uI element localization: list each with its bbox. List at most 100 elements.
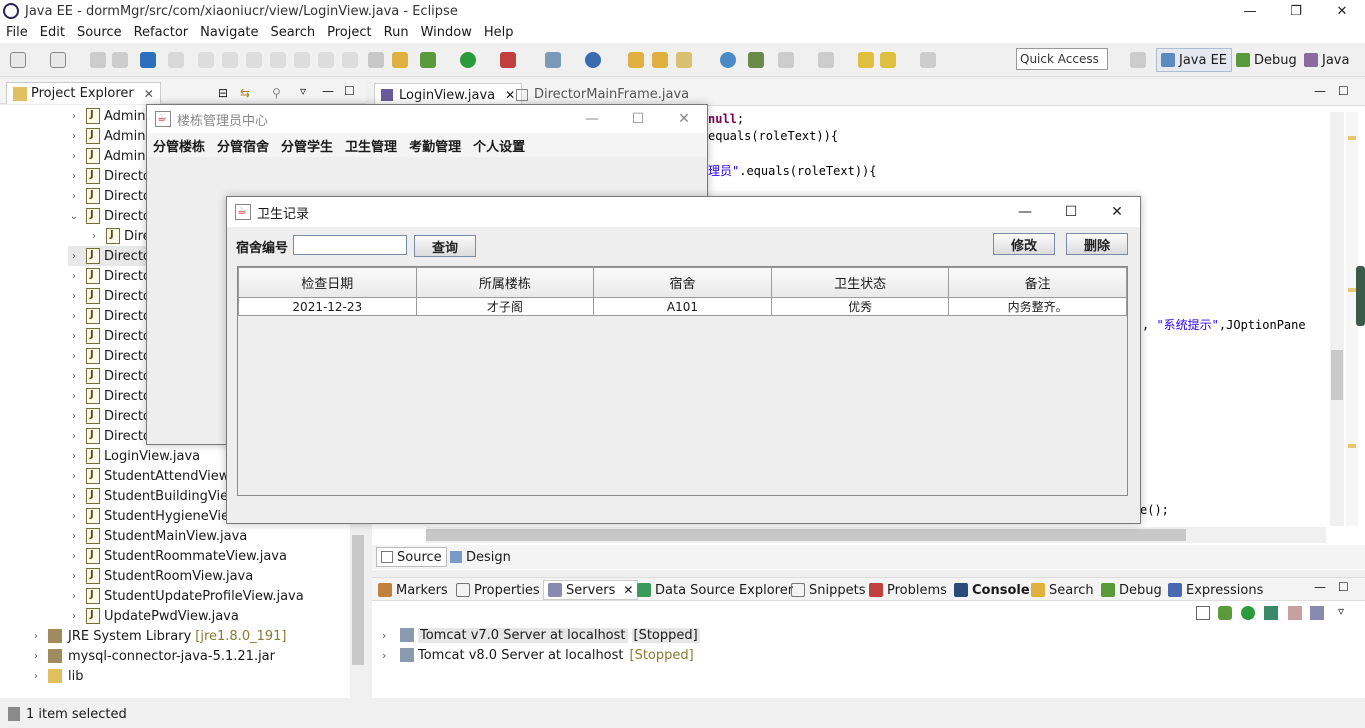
tab-snippets[interactable]: Snippets — [791, 580, 865, 600]
editor-hscroll-thumb[interactable] — [426, 529, 1186, 541]
perspective-java-ee[interactable]: Java EE — [1156, 48, 1233, 72]
column-header-room[interactable]: 宿舍 — [593, 267, 772, 298]
last-edit-icon[interactable] — [858, 52, 874, 68]
minimize-view-icon[interactable]: — — [322, 84, 334, 98]
minimize-button[interactable]: — — [1227, 0, 1273, 22]
side-handle[interactable] — [1356, 266, 1365, 326]
open-type-icon[interactable] — [628, 52, 644, 68]
chevron-down-icon[interactable]: ⌄ — [68, 211, 80, 222]
maximize-editor-icon[interactable]: ☐ — [1338, 84, 1349, 98]
tab-debug[interactable]: Debug — [1101, 580, 1162, 600]
terminal-icon[interactable] — [140, 52, 156, 68]
open-perspective-icon[interactable] — [1130, 52, 1146, 68]
table-row[interactable]: 2021-12-23 才子阁 A101 优秀 内务整齐。 — [238, 297, 1127, 316]
cell-room[interactable]: A101 — [593, 297, 772, 316]
run-icon[interactable] — [460, 52, 476, 68]
server-row[interactable]: › Tomcat v8.0 Server at localhost [Stopp… — [382, 645, 694, 665]
tree-scroll-thumb[interactable] — [352, 535, 364, 665]
menu-file[interactable]: File — [0, 25, 34, 40]
chevron-right-icon[interactable]: › — [68, 451, 80, 462]
menu-rooms[interactable]: 分管宿舍 — [211, 136, 275, 155]
edit-button[interactable]: 修改 — [993, 233, 1055, 255]
profile-server-icon[interactable] — [1264, 606, 1278, 620]
tab-markers[interactable]: Markers — [378, 580, 448, 600]
chevron-right-icon[interactable]: › — [68, 511, 80, 522]
tab-data-source-explorer[interactable]: Data Source Explorer — [637, 580, 793, 600]
start-server-icon[interactable] — [1241, 606, 1255, 620]
cell-building[interactable]: 才子阁 — [415, 297, 595, 316]
run-coverage-icon[interactable] — [500, 52, 516, 68]
view-menu-icon[interactable]: ▿ — [1338, 604, 1344, 618]
cell-remark[interactable]: 内务整齐。 — [948, 297, 1127, 316]
debug-icon[interactable] — [420, 52, 436, 68]
menu-profile[interactable]: 个人设置 — [467, 136, 531, 155]
tab-problems[interactable]: Problems — [869, 580, 947, 600]
menu-buildings[interactable]: 分管楼栋 — [147, 136, 211, 155]
column-header-date[interactable]: 检查日期 — [238, 267, 417, 298]
tree-item[interactable]: › UpdatePwdView.java — [68, 606, 366, 626]
tree-item[interactable]: › lib — [30, 666, 83, 686]
new-java-class-icon[interactable] — [585, 52, 601, 68]
chevron-right-icon[interactable]: › — [68, 491, 80, 502]
chevron-right-icon[interactable]: › — [68, 551, 80, 562]
menu-refactor[interactable]: Refactor — [128, 25, 195, 40]
stop-server-icon[interactable] — [1288, 606, 1302, 620]
open-folder-icon[interactable] — [652, 52, 668, 68]
chevron-right-icon[interactable]: › — [68, 331, 80, 342]
chevron-right-icon[interactable]: › — [68, 571, 80, 582]
chevron-right-icon[interactable]: › — [68, 471, 80, 482]
column-header-remark[interactable]: 备注 — [948, 267, 1127, 298]
chevron-right-icon[interactable]: › — [68, 131, 80, 142]
chevron-right-icon[interactable]: › — [68, 171, 80, 182]
tab-directormainframe[interactable]: DirectorMainFrame.java — [510, 83, 695, 106]
next-annotation-icon[interactable] — [778, 52, 794, 68]
publish-icon[interactable] — [1310, 606, 1324, 620]
minimize-panel-icon[interactable]: — — [1314, 580, 1326, 594]
save-icon[interactable] — [90, 52, 106, 68]
tab-console[interactable]: Console — [954, 580, 1030, 600]
chevron-right-icon[interactable]: › — [68, 531, 80, 542]
drop-to-frame-icon[interactable] — [368, 52, 384, 68]
maximize-button[interactable]: ☐ — [1048, 197, 1094, 227]
collapse-all-icon[interactable]: ⊟ — [218, 86, 228, 100]
tab-properties[interactable]: Properties — [456, 580, 540, 600]
external-tools-icon[interactable] — [545, 52, 561, 68]
expand-arrow-icon[interactable]: › — [382, 649, 394, 662]
disconnect-icon[interactable] — [270, 52, 286, 68]
expand-arrow-icon[interactable]: › — [382, 629, 394, 642]
chevron-right-icon[interactable]: › — [68, 351, 80, 362]
editor-hscroll[interactable] — [426, 527, 1326, 543]
close-button[interactable]: ✕ — [1094, 197, 1140, 227]
terminate-icon[interactable] — [246, 52, 262, 68]
menu-source[interactable]: Source — [71, 25, 128, 40]
web-browser-icon[interactable] — [720, 52, 736, 68]
new-project-icon[interactable] — [50, 52, 66, 68]
skip-breakpoints-icon[interactable] — [168, 52, 184, 68]
menu-project[interactable]: Project — [321, 25, 377, 40]
open-task-icon[interactable] — [676, 52, 692, 68]
close-button[interactable]: ✕ — [661, 105, 707, 133]
server-row[interactable]: › Tomcat v7.0 Server at localhost [Stopp… — [382, 625, 700, 645]
tab-loginview[interactable]: LoginView.java ✕ — [374, 83, 523, 106]
minimize-button[interactable]: — — [569, 105, 615, 133]
new-icon[interactable] — [10, 52, 26, 68]
query-button[interactable]: 查询 — [414, 235, 476, 257]
tab-source[interactable]: Source — [376, 547, 447, 567]
cell-status[interactable]: 优秀 — [770, 297, 950, 316]
chevron-right-icon[interactable]: › — [68, 291, 80, 302]
chevron-right-icon[interactable]: › — [68, 431, 80, 442]
step-return-icon[interactable] — [342, 52, 358, 68]
search-icon[interactable] — [748, 52, 764, 68]
close-tab-icon[interactable]: ✕ — [144, 87, 154, 101]
suspend-icon[interactable] — [222, 52, 238, 68]
chevron-right-icon[interactable]: › — [68, 411, 80, 422]
save-all-icon[interactable] — [112, 52, 128, 68]
chevron-right-icon[interactable]: › — [68, 371, 80, 382]
use-step-filters-icon[interactable] — [392, 52, 408, 68]
maximize-button[interactable]: ☐ — [615, 105, 661, 133]
menu-students[interactable]: 分管学生 — [275, 136, 339, 155]
tree-item[interactable]: › mysql-connector-java-5.1.21.jar — [30, 646, 275, 666]
restore-button[interactable]: ❐ — [1273, 0, 1319, 22]
editor-vscroll[interactable] — [1330, 112, 1344, 526]
minimize-button[interactable]: — — [1002, 197, 1048, 227]
